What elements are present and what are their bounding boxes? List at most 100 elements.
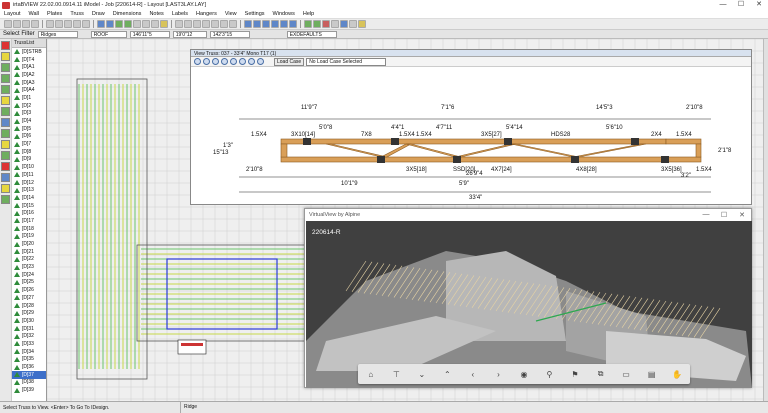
- 3d-view-icon[interactable]: [313, 20, 321, 28]
- menu-windows[interactable]: Windows: [269, 11, 299, 17]
- hand-icon[interactable]: ✋: [670, 370, 684, 379]
- mirror-icon[interactable]: [202, 20, 210, 28]
- coord-x-field[interactable]: 146'11"5: [129, 30, 170, 38]
- truss-list-item[interactable]: [D]STRB: [12, 48, 46, 56]
- menu-hangers[interactable]: Hangers: [192, 11, 221, 17]
- vv-minimize-button[interactable]: —: [697, 211, 715, 219]
- truss-list-item[interactable]: [D]10: [12, 163, 46, 171]
- truss-list-item[interactable]: [D]9: [12, 156, 46, 164]
- truss-list-item[interactable]: [D]7: [12, 140, 46, 148]
- truss-list-item[interactable]: [D]22: [12, 256, 46, 264]
- up-icon[interactable]: ⌃: [440, 370, 454, 379]
- print-icon[interactable]: [31, 20, 39, 28]
- truss-list-item[interactable]: [D]39: [12, 386, 46, 394]
- zoom-in-icon[interactable]: [194, 58, 201, 65]
- move-icon[interactable]: [184, 20, 192, 28]
- truss-list-item[interactable]: [D]31: [12, 325, 46, 333]
- eye-icon[interactable]: ◉: [517, 370, 531, 379]
- cut-icon[interactable]: [46, 20, 54, 28]
- truss-list-item[interactable]: [D]38: [12, 379, 46, 387]
- truss-list-item[interactable]: [D]25: [12, 279, 46, 287]
- note-icon[interactable]: [142, 20, 150, 28]
- flat-icon[interactable]: [1, 118, 10, 127]
- coord-z-field[interactable]: 142'3"15: [209, 30, 250, 38]
- menu-dimensions[interactable]: Dimensions: [109, 11, 146, 17]
- menu-wall[interactable]: Wall: [25, 11, 44, 17]
- truss-list-item[interactable]: [D]6: [12, 133, 46, 141]
- menu-layout[interactable]: Layout: [0, 11, 25, 17]
- export-icon[interactable]: [248, 58, 255, 65]
- redraw-icon[interactable]: [289, 20, 297, 28]
- layer-select[interactable]: EXDEFAULTS: [286, 30, 337, 38]
- truss-list-item[interactable]: [D]37: [12, 370, 46, 379]
- truss-list-item[interactable]: [D]2: [12, 102, 46, 110]
- menu-labels[interactable]: Labels: [168, 11, 192, 17]
- truss-list-item[interactable]: [D]34: [12, 348, 46, 356]
- menu-truss[interactable]: Truss: [66, 11, 88, 17]
- truss-list-item[interactable]: [D]28: [12, 302, 46, 310]
- gable-icon[interactable]: [1, 85, 10, 94]
- hanger-icon[interactable]: [160, 20, 168, 28]
- menu-plates[interactable]: Plates: [43, 11, 66, 17]
- truss-list-item[interactable]: [D]24: [12, 271, 46, 279]
- truss-list-item[interactable]: [D]13: [12, 186, 46, 194]
- truss-list-item[interactable]: [D]29: [12, 309, 46, 317]
- layers-icon[interactable]: ▤: [645, 370, 659, 379]
- report-icon[interactable]: [349, 20, 357, 28]
- down-icon[interactable]: ⌄: [415, 370, 429, 379]
- print-icon[interactable]: [230, 58, 237, 65]
- 3d-viewport[interactable]: 220614-R ⌂ ⊤ ⌄ ⌃ ‹ › ◉ ⚲ ⚑ ⧉ ▭ ▤ ✋: [306, 221, 752, 388]
- mono-icon[interactable]: [1, 107, 10, 116]
- settings-icon[interactable]: [257, 58, 264, 65]
- zoom-out-icon[interactable]: [253, 20, 261, 28]
- wall-tool-icon[interactable]: [97, 20, 105, 28]
- undo-icon[interactable]: [73, 20, 81, 28]
- scissor-icon[interactable]: [1, 129, 10, 138]
- truss-tool-icon[interactable]: [115, 20, 123, 28]
- array-icon[interactable]: [211, 20, 219, 28]
- truss-list-item[interactable]: [D]16: [12, 209, 46, 217]
- dimension-icon[interactable]: [133, 20, 141, 28]
- truss-list-item[interactable]: [D]A1: [12, 63, 46, 71]
- next-icon[interactable]: ›: [491, 370, 505, 379]
- stop-icon[interactable]: [1, 41, 10, 50]
- truss-list-item[interactable]: [D]8: [12, 148, 46, 156]
- layer-icon[interactable]: [304, 20, 312, 28]
- truss-list-item[interactable]: [D]33: [12, 340, 46, 348]
- truss-list-item[interactable]: [D]36: [12, 363, 46, 371]
- maximize-button[interactable]: ☐: [732, 0, 750, 10]
- truss-list-item[interactable]: [D]11: [12, 171, 46, 179]
- vv-close-button[interactable]: ✕: [733, 211, 751, 219]
- minimize-button[interactable]: —: [714, 0, 732, 10]
- piggyback-icon[interactable]: [1, 151, 10, 160]
- truss-list-item[interactable]: [D]32: [12, 332, 46, 340]
- truss-list-item[interactable]: [D]5: [12, 125, 46, 133]
- girder-tool-icon[interactable]: [124, 20, 132, 28]
- truss-list-item[interactable]: [D]17: [12, 217, 46, 225]
- vv-maximize-button[interactable]: ☐: [715, 211, 733, 219]
- truss-type-icon[interactable]: [1, 52, 10, 61]
- truss-list-item[interactable]: [D]30: [12, 317, 46, 325]
- hip-icon[interactable]: [1, 63, 10, 72]
- paste-icon[interactable]: [64, 20, 72, 28]
- plate-tool-icon[interactable]: [106, 20, 114, 28]
- coord-y-field[interactable]: 19'0"12: [172, 30, 207, 38]
- home-icon[interactable]: ⌂: [364, 370, 378, 379]
- external-link-icon[interactable]: ⧉: [594, 369, 608, 379]
- level-select[interactable]: ROOF: [90, 30, 127, 38]
- load-case-select[interactable]: No Load Case Selected: [306, 57, 387, 66]
- zoom-window-icon[interactable]: [221, 58, 228, 65]
- girder-icon[interactable]: [1, 96, 10, 105]
- truss-list-item[interactable]: [D]23: [12, 263, 46, 271]
- remove-truss-icon[interactable]: [1, 162, 10, 171]
- truss-list-item[interactable]: [D]3: [12, 110, 46, 118]
- pan-icon[interactable]: [280, 20, 288, 28]
- rotate-icon[interactable]: [193, 20, 201, 28]
- menu-settings[interactable]: Settings: [241, 11, 269, 17]
- truss-list-item[interactable]: [D]26: [12, 286, 46, 294]
- ridge-filter-select[interactable]: Ridges: [37, 30, 78, 38]
- truss-list-item[interactable]: [D]12: [12, 179, 46, 187]
- menu-help[interactable]: Help: [299, 11, 318, 17]
- person-icon[interactable]: ⚑: [568, 370, 582, 379]
- previous-icon[interactable]: ‹: [466, 370, 480, 379]
